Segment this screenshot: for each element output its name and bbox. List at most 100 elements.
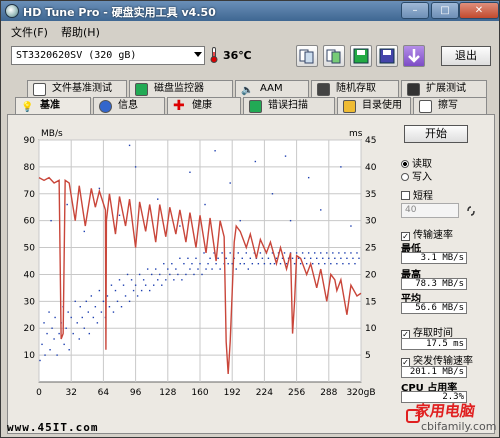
x-tick-label: 320gB <box>346 388 375 398</box>
start-button[interactable]: 开始 <box>404 125 468 143</box>
y-right-tick-label: 5 <box>365 351 371 361</box>
minimize-button[interactable]: – <box>401 2 429 19</box>
spinner-value: 40 <box>405 205 417 215</box>
menu-file[interactable]: 文件(F) <box>11 24 48 40</box>
access-time-point <box>120 306 123 308</box>
min-value: 3.1 MB/s <box>401 252 467 264</box>
access-time-point <box>159 273 161 276</box>
copy-text-button[interactable] <box>296 45 318 67</box>
access-time-point <box>318 262 320 265</box>
menu-help[interactable]: 帮助(H) <box>61 24 100 40</box>
access-time-point <box>189 171 191 173</box>
chevron-down-icon[interactable] <box>194 52 202 57</box>
copy-screenshot-button[interactable] <box>323 45 345 67</box>
access-time-point <box>322 257 324 260</box>
x-tick-label: 224 <box>256 388 273 398</box>
access-time-point <box>237 252 239 254</box>
copy-icon <box>299 49 314 64</box>
link-icon <box>467 206 475 216</box>
access-time-point <box>225 257 227 260</box>
save-text-button[interactable] <box>350 45 372 67</box>
access-time-value: 17.5 ms <box>401 338 467 350</box>
access-time-point <box>65 327 67 329</box>
exit-button[interactable]: 退出 <box>441 46 491 66</box>
write-radio[interactable]: 写入 <box>401 168 432 183</box>
access-time-point <box>346 257 348 260</box>
drive-select[interactable]: ST3320620SV (320 gB) <box>11 46 205 65</box>
access-time-point <box>181 279 183 281</box>
y-left-tick-label: 60 <box>24 217 36 227</box>
tab-aam[interactable]: 🔈 AAM <box>235 80 309 98</box>
x-tick-label: 32 <box>65 388 76 398</box>
transfer-rate-checkbox[interactable]: ✓ 传输速率 <box>401 226 453 241</box>
access-time-point <box>284 155 287 157</box>
y-left-tick-label: 80 <box>24 163 36 173</box>
tab-extra-tests[interactable]: 扩展测试 <box>401 80 487 98</box>
download-button[interactable] <box>403 45 425 67</box>
access-time-point <box>83 230 85 233</box>
benchmark-chart: 10 20 30 40 50 60 70 80 90 5 10 15 20 25 30 35 40 45 0 32 64… <box>11 122 389 402</box>
y-right-tick-label: 40 <box>365 163 377 173</box>
access-time-point <box>173 279 175 281</box>
access-time-point <box>177 273 179 276</box>
access-time-point <box>67 311 69 313</box>
access-time-point <box>76 322 78 324</box>
x-tick-label: 288 <box>320 388 337 398</box>
access-time-point <box>193 273 195 276</box>
access-time-point <box>254 160 257 163</box>
bulb-icon: 💡 <box>21 102 34 113</box>
x-tick-label: 256 <box>288 388 305 398</box>
thermometer-icon <box>210 47 218 63</box>
tab-random-access[interactable]: 随机存取 <box>311 80 399 98</box>
maximize-button[interactable]: □ <box>431 2 459 19</box>
tab-folder-usage[interactable]: 目录使用 <box>337 97 411 115</box>
access-time-point <box>112 311 115 313</box>
access-time-point <box>108 306 111 308</box>
save-screenshot-button[interactable] <box>376 45 398 67</box>
tab-error-scan[interactable]: 错误扫描 <box>243 97 335 115</box>
access-time-point <box>340 257 342 260</box>
access-time-point <box>53 338 55 340</box>
access-time-point <box>51 327 53 329</box>
access-time-point <box>273 262 276 265</box>
access-time-checkbox[interactable]: ✓ 存取时间 <box>401 324 453 339</box>
access-time-point <box>214 150 216 152</box>
radio-indicator <box>401 173 409 181</box>
access-time-point <box>41 343 43 346</box>
access-time-point <box>94 306 97 308</box>
radio-indicator <box>401 160 409 168</box>
info-icon <box>99 100 112 113</box>
x-tick-label: 0 <box>36 388 42 398</box>
access-time-point <box>251 262 254 265</box>
access-time-point <box>199 262 201 265</box>
tab-health[interactable]: ✚ 健康 <box>167 97 241 115</box>
access-time-point <box>207 262 209 265</box>
access-time-point <box>68 349 70 351</box>
burst-rate-checkbox[interactable]: ✓ 突发传输速率 <box>401 352 473 367</box>
access-time-point <box>301 252 304 254</box>
drive-select-value: ST3320620SV (320 gB) <box>16 50 137 61</box>
tab-label: AAM <box>260 83 283 94</box>
write-label: 写入 <box>412 172 432 183</box>
tab-label: 错误扫描 <box>268 100 308 111</box>
y-right-tick-label: 25 <box>365 244 376 254</box>
tab-info[interactable]: 信息 <box>93 97 165 115</box>
short-stroke-checkbox[interactable]: 短程 <box>401 187 433 202</box>
tab-label: 健康 <box>192 100 212 111</box>
tab-file-benchmark[interactable]: 文件基准测试 <box>27 80 127 98</box>
close-button[interactable]: ✕ <box>459 2 499 19</box>
short-stroke-size-spinner[interactable]: 40 <box>401 203 459 218</box>
access-time-point <box>102 300 105 303</box>
access-time-point <box>144 284 147 286</box>
tab-erase[interactable]: 擦写 <box>413 97 487 115</box>
access-time-point <box>165 279 167 281</box>
access-time-point <box>83 327 85 329</box>
access-time-point <box>326 252 328 254</box>
y-axis-left-label: MB/s <box>41 129 63 139</box>
tab-disk-monitor[interactable]: 磁盘监控器 <box>129 80 233 98</box>
y-left-tick-label: 20 <box>24 324 36 334</box>
screenshot-icon <box>326 49 341 64</box>
y-axis-right-label: ms <box>349 129 363 139</box>
title-bar[interactable]: HD Tune Pro - 硬盘实用工具 v4.50 – □ ✕ <box>1 1 499 21</box>
access-time-point <box>336 262 338 265</box>
